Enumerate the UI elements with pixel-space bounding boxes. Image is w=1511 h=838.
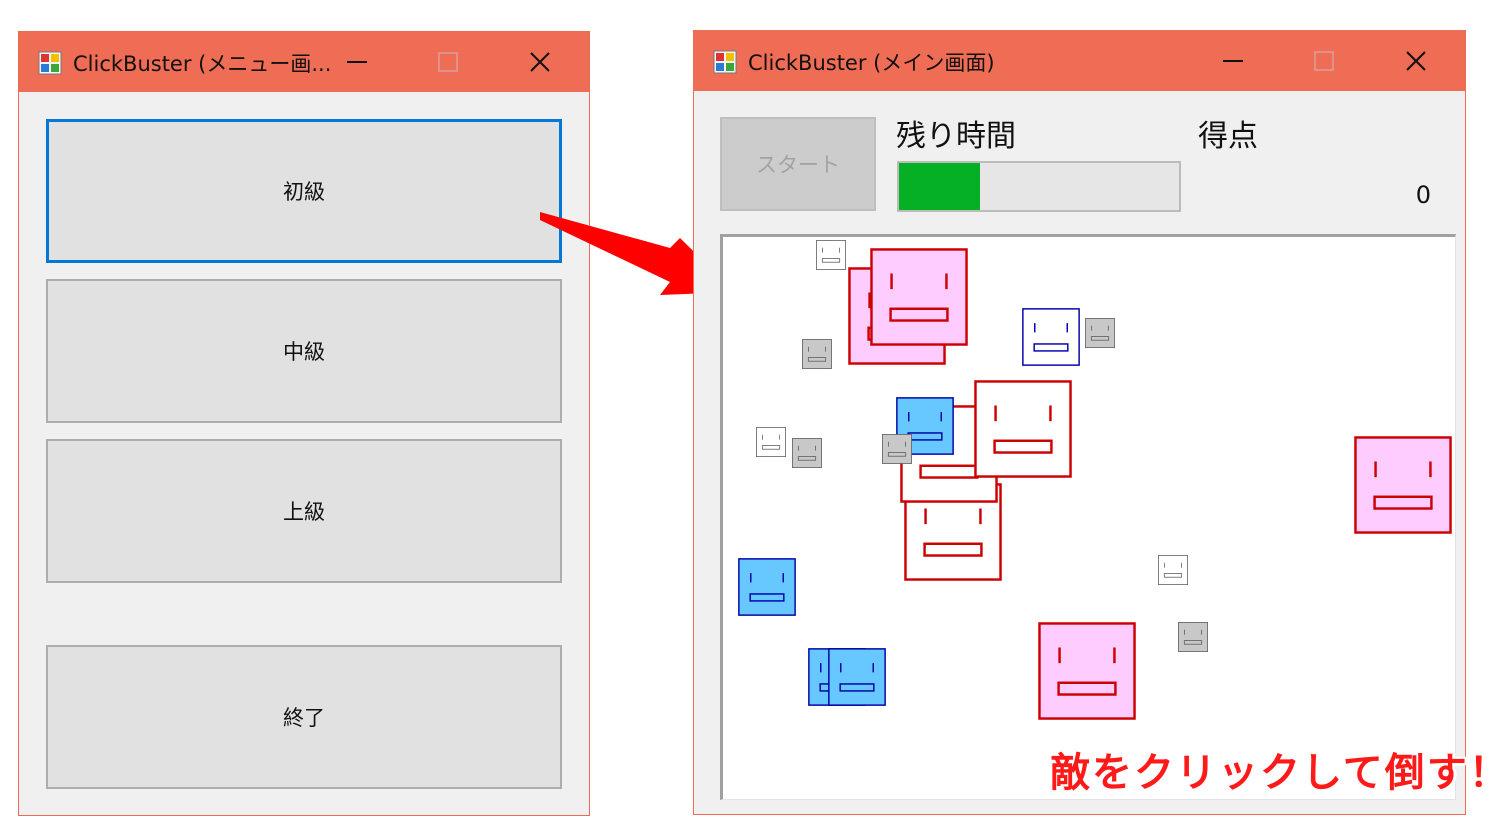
maximize-icon: [1314, 51, 1334, 71]
minimize-icon: [1223, 60, 1243, 62]
enemy-white-large[interactable]: [974, 380, 1072, 478]
enemy-pink-large[interactable]: [1038, 622, 1136, 720]
enemy-gray-small[interactable]: [882, 434, 912, 464]
beginner-button[interactable]: 初級: [46, 119, 562, 263]
caption-text: 敵をクリックして倒す！: [1050, 750, 1511, 796]
game-field[interactable]: [720, 234, 1456, 800]
time-label: 残り時間: [896, 119, 1016, 154]
window-title: ClickBuster (メニュー画...: [73, 52, 332, 76]
enemy-pink-large[interactable]: [1354, 436, 1452, 534]
advanced-button[interactable]: 上級: [46, 439, 562, 583]
enemy-gray-small[interactable]: [792, 438, 822, 468]
main-titlebar[interactable]: ClickBuster (メイン画面): [694, 31, 1465, 91]
enemy-white-small[interactable]: [756, 427, 786, 457]
enemy-pink-large[interactable]: [870, 248, 968, 346]
close-button[interactable]: [495, 32, 585, 92]
enemy-white-medium-blue[interactable]: [1022, 308, 1080, 366]
enemy-blue-medium[interactable]: [738, 558, 796, 616]
close-icon: [1406, 51, 1426, 71]
enemy-white-small[interactable]: [1158, 555, 1188, 585]
close-icon: [530, 52, 550, 72]
minimize-button[interactable]: [312, 32, 402, 92]
exit-button[interactable]: 終了: [46, 645, 562, 789]
time-progress-fill: [899, 163, 981, 210]
enemy-blue-medium[interactable]: [828, 648, 886, 706]
menu-window: ClickBuster (メニュー画... 初級 中級 上級 終了: [18, 31, 590, 816]
app-icon: [713, 50, 737, 74]
menu-titlebar[interactable]: ClickBuster (メニュー画...: [19, 32, 589, 92]
close-button[interactable]: [1371, 31, 1461, 91]
enemy-gray-small[interactable]: [1085, 318, 1115, 348]
score-value: 0: [1415, 181, 1431, 209]
intermediate-button[interactable]: 中級: [46, 279, 562, 423]
app-icon: [38, 51, 62, 75]
minimize-button[interactable]: [1188, 31, 1278, 91]
minimize-icon: [347, 61, 367, 63]
enemy-gray-small[interactable]: [1178, 622, 1208, 652]
enemy-white-small[interactable]: [816, 240, 846, 270]
maximize-button[interactable]: [1279, 31, 1369, 91]
maximize-button[interactable]: [403, 32, 493, 92]
enemy-gray-small[interactable]: [802, 339, 832, 369]
start-button[interactable]: スタート: [720, 117, 876, 211]
time-progress-bar: [897, 161, 1181, 212]
window-title: ClickBuster (メイン画面): [748, 51, 995, 75]
maximize-icon: [438, 52, 458, 72]
main-window: ClickBuster (メイン画面) スタート 残り時間 得点 0: [693, 30, 1466, 815]
score-label: 得点: [1198, 119, 1258, 154]
